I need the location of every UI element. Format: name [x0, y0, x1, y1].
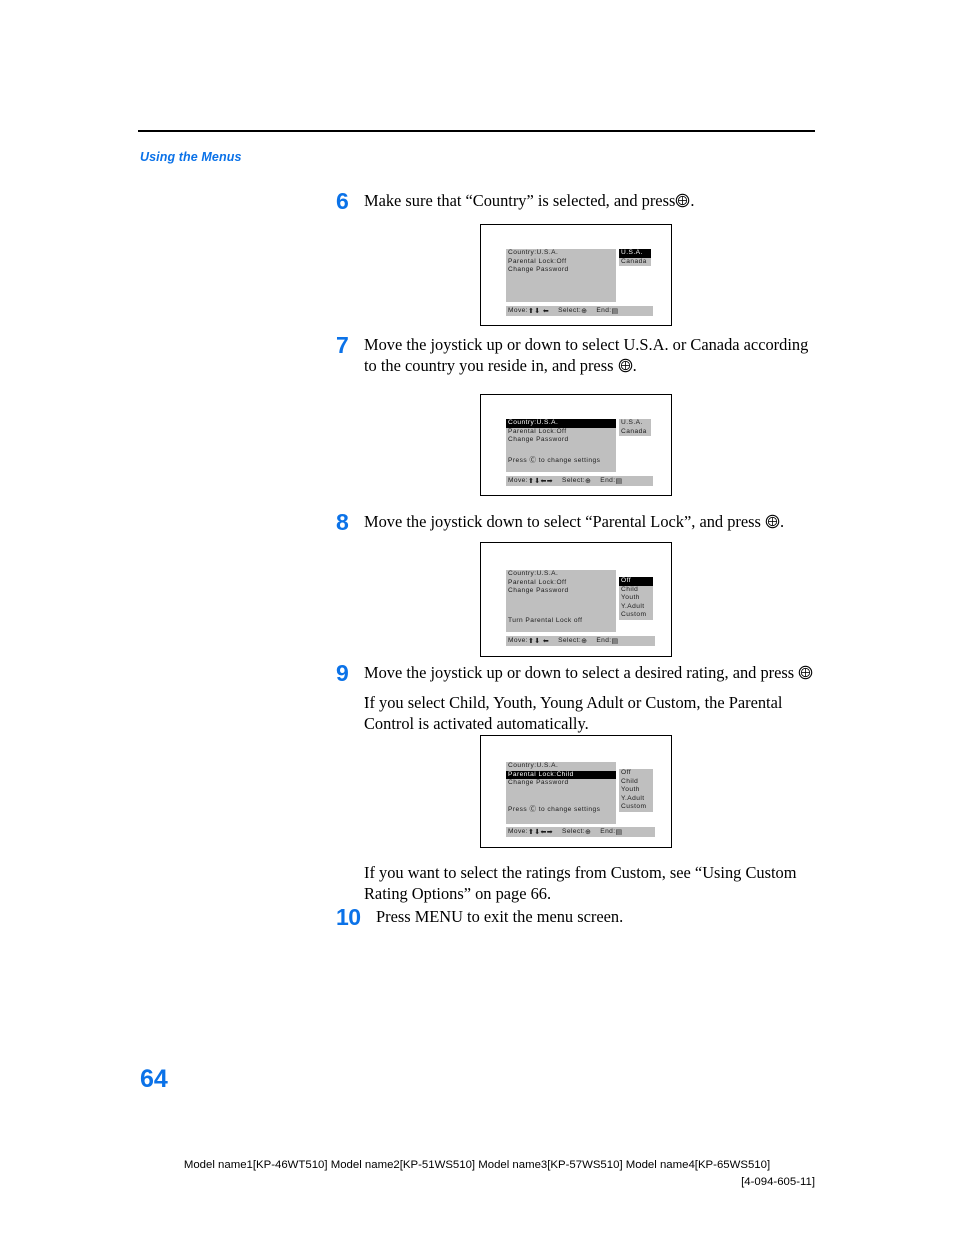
figure-step6-menu-line: Change Password: [508, 266, 569, 274]
figure-step7-side-panel: U.S.A. Canada: [619, 419, 651, 437]
figure-step7-menu-line: Parental Lock:Off: [508, 427, 567, 435]
figure-step9-menu-panel: Country:U.S.A. Parental Lock:Child Chang…: [506, 762, 616, 824]
figure-step6-side-option: U.S.A.: [619, 249, 651, 258]
figure-step6-menu-line: Country:U.S.A.: [508, 249, 559, 256]
figure-step9-menu-line: Parental Lock:Child: [506, 770, 616, 780]
joystick-press-icon: [765, 514, 780, 529]
figure-step8-side-option: Y.Adult: [621, 602, 645, 610]
figure-step8-side-panel: Off Child Youth Y.Adult Custom: [619, 577, 653, 620]
figure-step8-menu-line: Change Password: [508, 587, 569, 595]
figure-step7-move-hint: Move:⬆⬇⬅➡: [508, 477, 554, 485]
figure-step8-menu-line: Country:U.S.A.: [508, 570, 559, 577]
figure-step8-select-hint: Select:⊕: [558, 637, 588, 645]
figure-step8-menu-panel: Country:U.S.A. Parental Lock:Off Change …: [506, 570, 616, 632]
figure-step8-hint: Turn Parental Lock off: [508, 617, 583, 624]
figure-step7-footer: Move:⬆⬇⬅➡ Select:⊕ End:▤: [506, 476, 653, 486]
step-6-number: 6: [336, 188, 349, 214]
figure-step6-end-hint: End:▤: [596, 307, 619, 315]
figure-step6-side-panel: U.S.A. Canada: [619, 249, 651, 267]
figure-step8-side-option: Youth: [621, 594, 640, 602]
figure-step9-side-option: Off: [621, 769, 632, 776]
joystick-press-icon: [675, 193, 690, 208]
step-6-text-before: Make sure that “Country” is selected, an…: [364, 191, 676, 210]
figure-step6-menu-line: Parental Lock:Off: [508, 257, 567, 265]
figure-step9-select-hint: Select:⊕: [562, 828, 592, 836]
step-6-text: Make sure that “Country” is selected, an…: [364, 190, 816, 211]
document-footer: Model name1[KP-46WT510] Model name2[KP-5…: [138, 1157, 816, 1191]
step-7-text: Move the joystick up or down to select U…: [364, 334, 816, 376]
figure-step7-menu-line: Change Password: [508, 436, 569, 444]
step-7-text-after: .: [632, 356, 637, 375]
figure-step7-side-option: U.S.A.: [621, 419, 643, 426]
figure-step9-footer: Move:⬆⬇⬅➡ Select:⊕ End:▤: [506, 827, 655, 837]
step-9-number: 9: [336, 660, 349, 686]
figure-step9-move-hint: Move:⬆⬇⬅➡: [508, 828, 554, 836]
figure-step6-side-option: Canada: [621, 257, 647, 265]
step-10-text: Press MENU to exit the menu screen.: [376, 907, 624, 926]
figure-step9-menu-line: Country:U.S.A.: [508, 762, 559, 769]
step-9-note: If you select Child, Youth, Young Adult …: [364, 693, 783, 733]
figure-step7-select-hint: Select:⊕: [562, 477, 592, 485]
document-page: Using the Menus 6 Make sure that “Countr…: [0, 0, 954, 1235]
figure-step9-hint: Press Ⓒ to change settings: [508, 806, 601, 813]
figure-step8-footer: Move:⬆⬇ ⬅ Select:⊕ End:▤: [506, 636, 655, 646]
joystick-press-icon: [798, 665, 813, 680]
figure-step8-side-option: Custom: [621, 611, 647, 619]
figure-step9-side-panel: Off Child Youth Y.Adult Custom: [619, 769, 653, 812]
step-6-text-after: .: [690, 191, 695, 210]
step-9-text-before: Move the joystick up or down to select a…: [364, 663, 795, 682]
figure-step8: Country:U.S.A. Parental Lock:Off Change …: [480, 542, 672, 657]
footer-part-number: [4-094-605-11]: [741, 1176, 815, 1188]
figure-step9-side-option: Custom: [621, 803, 647, 811]
page-number: 64: [140, 1065, 168, 1093]
figure-step7: Country:U.S.A. Parental Lock:Off Change …: [480, 394, 672, 496]
step-8-text-before: Move the joystick down to select “Parent…: [364, 512, 761, 531]
step-7-text-before: Move the joystick up or down to select U…: [364, 335, 809, 375]
figure-step7-menu-panel: Country:U.S.A. Parental Lock:Off Change …: [506, 419, 616, 472]
step-8-number: 8: [336, 509, 349, 535]
figure-step8-side-option: Child: [621, 585, 639, 593]
figure-step7-side-option: Canada: [621, 427, 647, 435]
figure-step9-side-option: Youth: [621, 786, 640, 794]
figure-step6-select-hint: Select:⊕: [558, 307, 588, 315]
figure-step6-move-hint: Move:⬆⬇ ⬅: [508, 307, 550, 315]
custom-rating-note: If you want to select the ratings from C…: [364, 863, 797, 903]
figure-step8-end-hint: End:▤: [596, 637, 619, 645]
figure-step9-side-option: Child: [621, 777, 639, 785]
header-rule: [138, 130, 815, 132]
figure-step8-menu-line: Parental Lock:Off: [508, 578, 567, 586]
figure-step7-end-hint: End:▤: [600, 477, 623, 485]
figure-step9-menu-line: Change Password: [508, 779, 569, 787]
footer-model-names: Model name1[KP-46WT510] Model name2[KP-5…: [183, 1159, 771, 1171]
step-8-text-after: .: [780, 512, 785, 531]
figure-step9-side-option: Y.Adult: [621, 794, 645, 802]
running-head: Using the Menus: [140, 150, 242, 164]
figure-step7-menu-line: Country:U.S.A.: [506, 419, 616, 428]
step-8-text: Move the joystick down to select “Parent…: [364, 511, 816, 532]
figure-step8-move-hint: Move:⬆⬇ ⬅: [508, 637, 550, 645]
step-10-number: 10: [336, 904, 361, 930]
figure-step9: Country:U.S.A. Parental Lock:Child Chang…: [480, 735, 672, 848]
figure-step6-menu-panel: Country:U.S.A. Parental Lock:Off Change …: [506, 249, 616, 302]
step-7-number: 7: [336, 332, 349, 358]
figure-step7-hint: Press Ⓒ to change settings: [508, 457, 601, 464]
figure-step9-end-hint: End:▤: [600, 828, 623, 836]
figure-step6: Country:U.S.A. Parental Lock:Off Change …: [480, 224, 672, 326]
joystick-press-icon: [618, 358, 633, 373]
figure-step6-footer: Move:⬆⬇ ⬅ Select:⊕ End:▤: [506, 306, 653, 316]
figure-step8-side-option: Off: [619, 577, 653, 586]
